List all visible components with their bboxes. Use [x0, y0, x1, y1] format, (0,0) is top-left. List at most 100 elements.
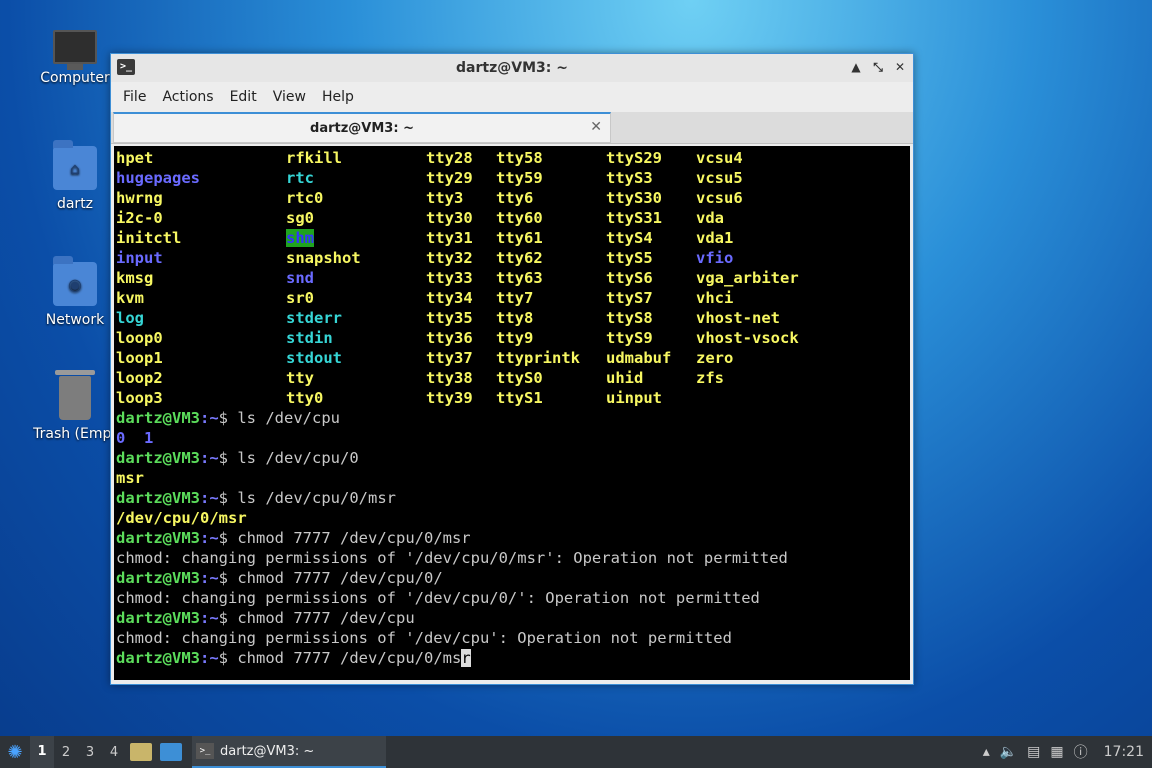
file-manager-launcher-icon[interactable] — [130, 743, 152, 761]
prompt-sign: $ — [218, 409, 229, 427]
device-entry: snd — [286, 269, 314, 287]
device-entry: i2c-0 — [116, 209, 163, 227]
listing-cell: tty6 — [496, 188, 606, 208]
prompt-path: :~ — [200, 649, 219, 667]
device-entry: ttyS31 — [606, 209, 662, 227]
output-text: msr — [116, 469, 144, 487]
close-icon[interactable]: ✕ — [893, 58, 907, 76]
device-entry: tty61 — [496, 229, 543, 247]
listing-cell: ttyS9 — [606, 328, 696, 348]
terminal-app-icon[interactable]: >_ — [117, 59, 135, 75]
output-text: 1 — [144, 429, 154, 447]
listing-cell: ttyS6 — [606, 268, 696, 288]
listing-cell: uhid — [606, 368, 696, 388]
prompt-path: :~ — [200, 609, 219, 627]
prompt-user: dartz@VM3 — [116, 569, 200, 587]
clipboard-icon[interactable]: ▤ — [1027, 744, 1040, 760]
device-entry: loop0 — [116, 329, 163, 347]
volume-icon[interactable]: 🔈 — [1000, 744, 1017, 760]
taskbar-task-terminal[interactable]: >_ dartz@VM3: ~ — [192, 736, 386, 768]
terminal-row: dartz@VM3:~$ chmod 7777 /dev/cpu — [116, 608, 910, 628]
text-cursor: r — [461, 649, 471, 667]
listing-cell: loop3 — [116, 388, 286, 408]
listing-cell: kvm — [116, 288, 286, 308]
menu-help[interactable]: Help — [314, 89, 362, 105]
device-entry: ttyS30 — [606, 189, 662, 207]
terminal-output[interactable]: hpet rfkill tty28 tty58 ttyS29 vcsu4 hugepages… — [114, 146, 910, 680]
terminal-row: loop1 stdout tty37 ttyprintk udmabuf zero — [116, 348, 910, 368]
listing-cell: ttyS4 — [606, 228, 696, 248]
device-entry: ttyS7 — [606, 289, 653, 307]
output-text: /dev/cpu/0/msr — [116, 509, 247, 527]
listing-cell: stdin — [286, 328, 426, 348]
trash-icon — [55, 370, 95, 420]
network-tray-icon[interactable]: ▦ — [1050, 744, 1063, 760]
device-entry: vda — [696, 209, 724, 227]
listing-cell: rtc0 — [286, 188, 426, 208]
device-entry: tty28 — [426, 149, 473, 167]
listing-cell: tty61 — [496, 228, 606, 248]
device-entry: hugepages — [116, 169, 200, 187]
listing-cell: vga_arbiter — [696, 268, 856, 288]
output-text: 0 — [116, 429, 126, 447]
command-text: chmod 7777 /dev/cpu/0/msr — [228, 529, 471, 547]
listing-cell: ttyS30 — [606, 188, 696, 208]
maximize-icon[interactable]: ⤡ — [871, 58, 885, 76]
terminal-row: hugepages rtc tty29 tty59 ttyS3 vcsu5 — [116, 168, 910, 188]
device-entry: tty29 — [426, 169, 473, 187]
device-entry: loop3 — [116, 389, 163, 407]
terminal-row: i2c-0 sg0 tty30 tty60 ttyS31 vda — [116, 208, 910, 228]
device-entry: zero — [696, 349, 734, 367]
device-entry: ttyS1 — [496, 389, 543, 407]
listing-cell: tty29 — [426, 168, 496, 188]
device-entry: tty30 — [426, 209, 473, 227]
taskbar: ✺ 1 2 3 4 >_ dartz@VM3: ~ ▴ 🔈 ▤ ▦ ⓘ 17:2… — [0, 736, 1152, 768]
listing-cell: tty0 — [286, 388, 426, 408]
output-text: chmod: changing permissions of '/dev/cpu… — [116, 629, 732, 647]
window-titlebar[interactable]: >_ dartz@VM3: ~ ▲ ⤡ ✕ — [111, 54, 913, 82]
workspace-2[interactable]: 2 — [54, 745, 78, 760]
tab-terminal[interactable]: dartz@VM3: ~ ✕ — [113, 112, 611, 143]
device-entry: kmsg — [116, 269, 154, 287]
menu-view[interactable]: View — [265, 89, 314, 105]
minimize-icon[interactable]: ▲ — [849, 58, 863, 76]
device-entry: vga_arbiter — [696, 269, 799, 287]
device-entry: tty — [286, 369, 314, 387]
prompt-sign: $ — [218, 649, 229, 667]
start-menu-icon[interactable]: ✺ — [0, 736, 30, 768]
listing-cell: loop2 — [116, 368, 286, 388]
clock[interactable]: 17:21 — [1104, 744, 1144, 760]
device-entry: tty37 — [426, 349, 473, 367]
command-text: ls /dev/cpu/0/msr — [228, 489, 396, 507]
tray-arrow-icon[interactable]: ▴ — [983, 744, 990, 760]
device-entry: tty58 — [496, 149, 543, 167]
tab-close-icon[interactable]: ✕ — [590, 119, 602, 135]
menu-actions[interactable]: Actions — [154, 89, 221, 105]
listing-cell: tty33 — [426, 268, 496, 288]
listing-cell: rtc — [286, 168, 426, 188]
listing-cell: zfs — [696, 368, 856, 388]
device-entry: log — [116, 309, 144, 327]
show-desktop-icon[interactable] — [160, 743, 182, 761]
workspace-1[interactable]: 1 — [30, 736, 54, 768]
listing-cell: ttyS1 — [496, 388, 606, 408]
terminal-row: dartz@VM3:~$ ls /dev/cpu — [116, 408, 910, 428]
workspace-3[interactable]: 3 — [78, 745, 102, 760]
device-entry: vhci — [696, 289, 734, 307]
terminal-row: chmod: changing permissions of '/dev/cpu… — [116, 548, 910, 568]
device-entry: tty31 — [426, 229, 473, 247]
listing-cell: ttyS8 — [606, 308, 696, 328]
home-folder-icon: ⌂ — [53, 140, 97, 190]
command-text: ls /dev/cpu — [228, 409, 340, 427]
menu-edit[interactable]: Edit — [222, 89, 265, 105]
listing-cell: vda1 — [696, 228, 856, 248]
menu-file[interactable]: File — [115, 89, 154, 105]
listing-cell: tty36 — [426, 328, 496, 348]
workspace-4[interactable]: 4 — [102, 745, 126, 760]
device-entry: stderr — [286, 309, 342, 327]
listing-cell: stdout — [286, 348, 426, 368]
notification-icon[interactable]: ⓘ — [1074, 742, 1088, 762]
device-entry: hwrng — [116, 189, 163, 207]
device-entry: ttyprintk — [496, 349, 580, 367]
terminal-row: input snapshot tty32 tty62 ttyS5 vfio — [116, 248, 910, 268]
